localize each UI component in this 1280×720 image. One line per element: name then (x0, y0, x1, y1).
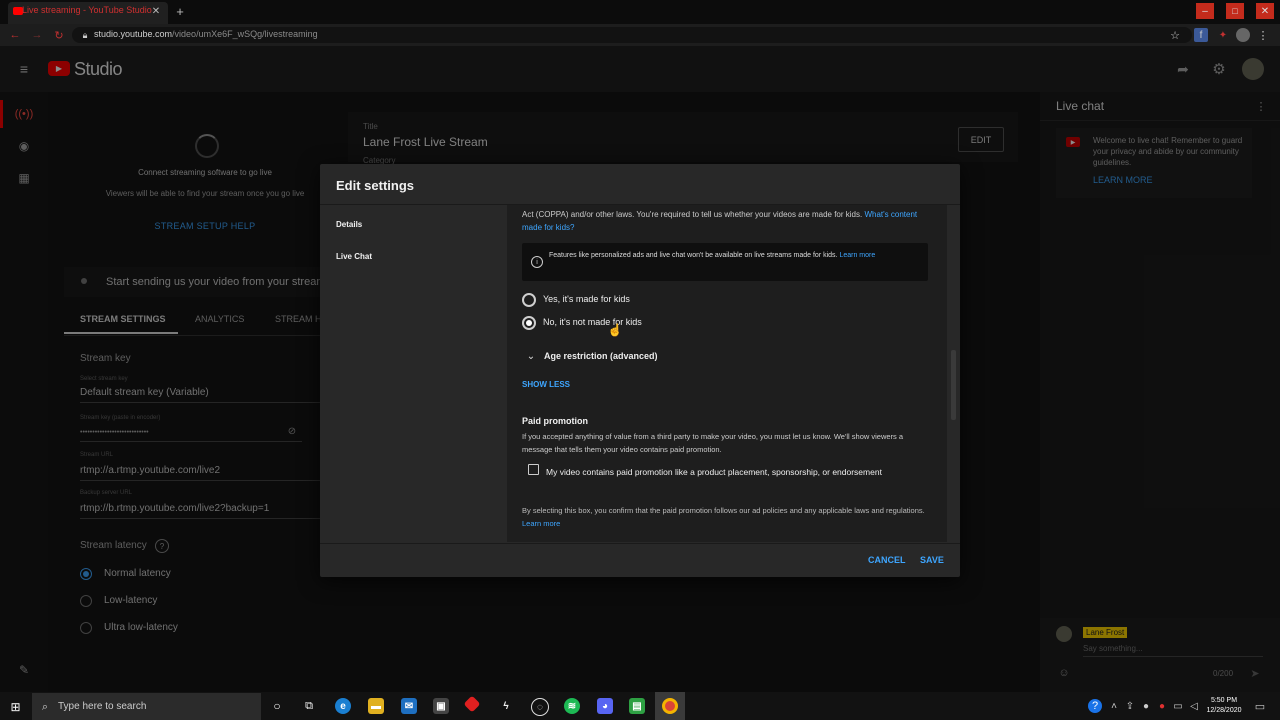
paid-promotion-checkbox-label: My video contains paid promotion like a … (546, 467, 882, 477)
close-window-icon[interactable]: ✕ (1256, 3, 1274, 19)
forward-icon[interactable]: → (30, 28, 44, 42)
made-for-kids-no-label: No, it's not made for kids (543, 317, 642, 327)
chrome-icon (662, 698, 678, 714)
url-text[interactable]: studio.youtube.com/video/umXe6F_wSQg/liv… (94, 29, 318, 39)
show-less-link[interactable]: SHOW LESS (522, 380, 570, 389)
url-host: studio.youtube.com (94, 29, 173, 39)
taskbar-date: 12/28/2020 (1206, 707, 1242, 714)
browser-tab-bar (0, 0, 1280, 24)
dialog-scrollbar[interactable] (951, 350, 956, 420)
mail-icon[interactable]: ✉ (401, 698, 417, 714)
app-green-icon[interactable]: ▤ (629, 698, 645, 714)
paid-promotion-checkbox[interactable] (528, 464, 539, 475)
tray-upload-icon[interactable]: ⇪ (1124, 699, 1136, 713)
browser-tab-title: Live streaming - YouTube Studio (22, 5, 152, 15)
made-for-kids-yes-label: Yes, it's made for kids (543, 294, 630, 304)
taskbar-time: 5:50 PM (1210, 697, 1238, 704)
dialog-nav: Details Live Chat (320, 205, 508, 542)
facebook-extension-icon[interactable]: f (1194, 28, 1208, 42)
spotify-icon[interactable]: ≋ (564, 698, 580, 714)
notifications-icon[interactable]: ▭ (1253, 699, 1267, 713)
tray-chevron-icon[interactable]: ˄ (1108, 699, 1120, 713)
edge-icon[interactable]: e (335, 698, 351, 714)
lock-icon: 🔒︎ (82, 29, 88, 40)
dialog-title: Edit settings (336, 178, 415, 193)
info-box: i Features like personalized ads and liv… (522, 243, 928, 281)
windows-start-icon[interactable]: ⊞ (9, 700, 22, 714)
help-tray-icon[interactable]: ? (1088, 699, 1102, 713)
edit-settings-dialog: Edit settings Details Live Chat Act (COP… (320, 164, 960, 577)
dialog-header: Edit settings (320, 164, 960, 205)
task-view-icon[interactable]: ⧉ (302, 699, 316, 713)
paid-confirm-desc: By selecting this box, you confirm that … (522, 506, 925, 515)
maximize-icon[interactable]: □ (1226, 3, 1244, 19)
network-icon[interactable]: ▭ (1172, 699, 1184, 713)
cancel-button[interactable]: CANCEL (868, 555, 906, 565)
extension-icon[interactable]: ✦ (1216, 28, 1230, 42)
dialog-footer: CANCEL SAVE (320, 543, 960, 578)
new-tab-icon[interactable]: + (174, 4, 186, 19)
age-restriction-toggle[interactable]: Age restriction (advanced) (544, 351, 658, 361)
info-icon: i (531, 256, 543, 268)
bookmark-star-icon[interactable]: ☆ (1168, 28, 1182, 42)
taskbar-search-placeholder: Type here to search (58, 701, 147, 712)
paid-learn-more-link[interactable]: Learn more (522, 519, 560, 528)
cortana-icon[interactable]: ○ (270, 699, 284, 713)
store-icon[interactable]: ▣ (433, 698, 449, 714)
info-link[interactable]: Learn more (839, 252, 875, 259)
coppa-text: Act (COPPA) and/or other laws. You're re… (522, 208, 927, 234)
app-bolt-icon[interactable]: ϟ (498, 698, 514, 714)
reload-icon[interactable]: ↻ (52, 28, 66, 42)
made-for-kids-yes-radio[interactable] (522, 293, 536, 307)
tray-red-icon[interactable]: ● (1156, 699, 1168, 713)
save-button[interactable]: SAVE (920, 555, 944, 565)
coppa-desc: Act (COPPA) and/or other laws. You're re… (522, 210, 863, 219)
made-for-kids-no-radio[interactable] (522, 316, 536, 330)
chrome-menu-icon[interactable]: ⋮ (1258, 28, 1269, 42)
app-circle-icon[interactable]: ◌ (531, 698, 549, 716)
close-tab-icon[interactable]: ✕ (150, 5, 162, 17)
paid-promotion-heading: Paid promotion (522, 416, 588, 426)
dialog-body: Act (COPPA) and/or other laws. You're re… (507, 205, 947, 542)
cursor-hand-icon: ☝ (607, 323, 623, 337)
nav-live-chat[interactable]: Live Chat (336, 252, 372, 261)
file-explorer-icon[interactable]: ▬ (368, 698, 384, 714)
microphone-icon[interactable]: ● (1140, 699, 1152, 713)
profile-avatar-icon[interactable] (1236, 28, 1250, 42)
nav-details[interactable]: Details (336, 220, 362, 229)
taskbar-clock[interactable]: 5:50 PM 12/28/2020 (1204, 696, 1244, 716)
back-icon[interactable]: ← (8, 28, 22, 42)
discord-icon[interactable]: ◕ (597, 698, 613, 714)
paid-promotion-desc: If you accepted anything of value from a… (522, 432, 904, 454)
paid-confirm-text: By selecting this box, you confirm that … (522, 504, 934, 530)
minimize-icon[interactable]: – (1196, 3, 1214, 19)
chevron-down-icon[interactable]: ⌄ (525, 350, 537, 362)
url-path: /video/umXe6F_wSQg/livestreaming (172, 29, 318, 39)
volume-icon[interactable]: ◁ (1188, 699, 1200, 713)
info-desc: Features like personalized ads and live … (549, 252, 838, 259)
search-icon: ⌕ (41, 700, 49, 713)
info-text: Features like personalized ads and live … (549, 251, 919, 261)
